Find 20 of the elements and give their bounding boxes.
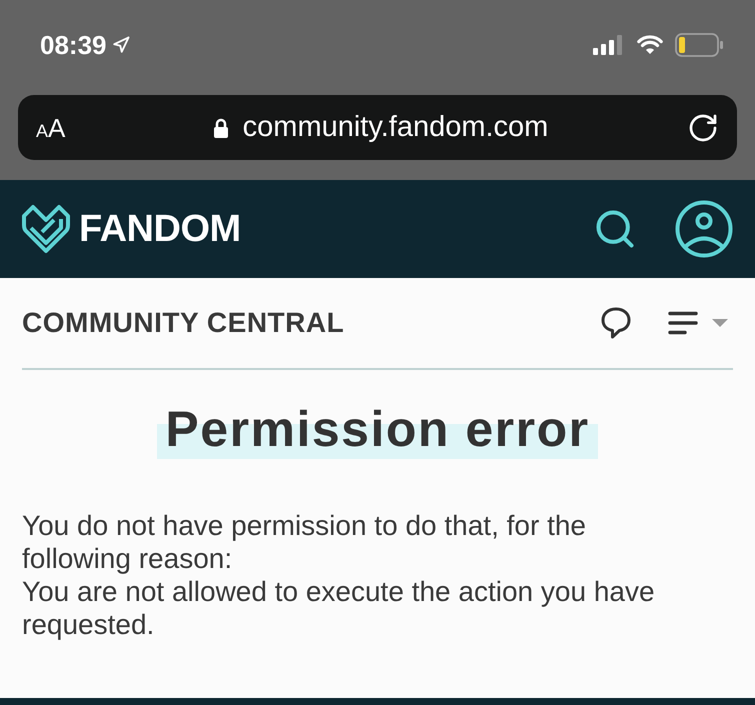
lock-icon [212,116,229,138]
account-button[interactable] [675,200,733,258]
user-profile-icon [675,200,733,258]
speech-bubble-icon [601,307,631,339]
url-text: community.fandom.com [242,113,548,142]
discussions-button[interactable] [600,307,632,339]
error-message: You do not have permission to do that, for the following reason: You are not allowed to execute the action you have requested. [22,509,656,641]
battery-icon [675,33,723,57]
signal-strength-icon [593,35,625,55]
text-size-button[interactable]: AA [36,114,76,140]
logo-wordmark[interactable]: FANDOM [79,210,241,248]
clock-time: 08:39 [40,32,106,58]
address-bar[interactable]: AA community.fandom.com [18,95,737,160]
reload-icon [687,112,719,144]
menu-lines-icon [668,311,698,335]
caret-icon [712,319,728,327]
wifi-icon [637,35,663,55]
location-arrow-icon [112,36,130,54]
heart-logo-icon [22,204,70,254]
wiki-name[interactable]: COMMUNITY CENTRAL [22,309,344,337]
